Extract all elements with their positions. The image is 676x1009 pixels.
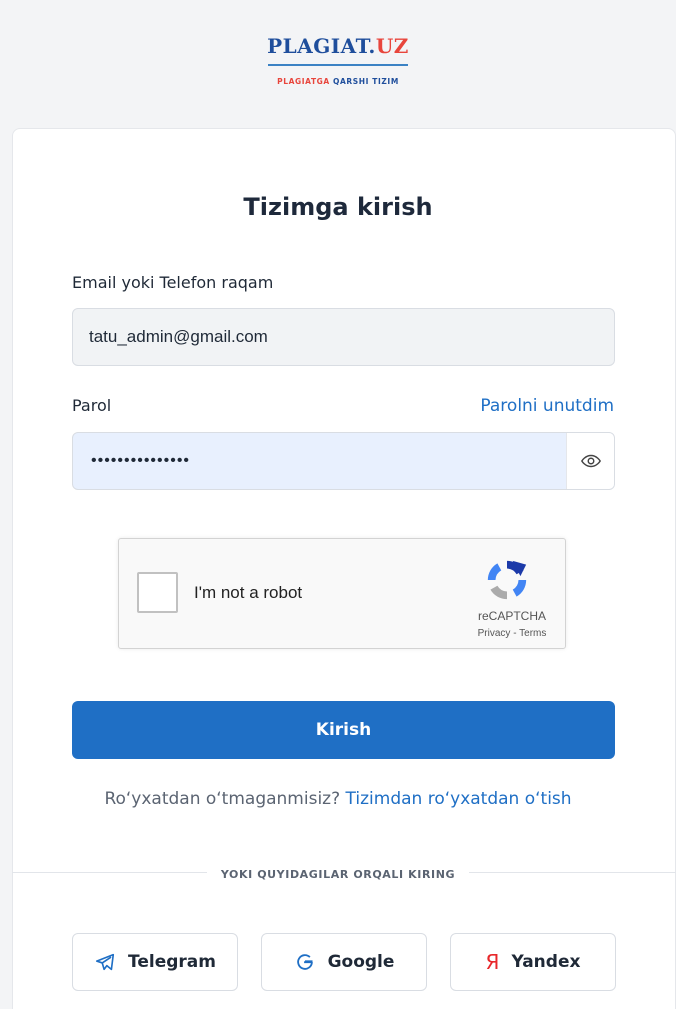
recaptcha-icon [487,560,527,600]
yandex-label: Yandex [511,952,581,972]
logo-main: PLAGIAT. [267,34,376,58]
google-login-button[interactable]: Google [261,933,427,991]
yandex-icon: Я [485,950,500,974]
yandex-login-button[interactable]: Я Yandex [450,933,616,991]
forgot-password-link[interactable]: Parolni unutdim [480,396,614,416]
logo[interactable]: PLAGIAT.UZ [0,34,676,58]
recaptcha-links[interactable]: Privacy - Terms [467,628,557,639]
tagline-part1: PLAGIATGA [277,77,334,86]
telegram-label: Telegram [128,952,216,972]
divider-label-wrap: YOKI QUYIDAGILAR ORQALI KIRING [0,865,676,883]
header: PLAGIAT.UZ PLAGIATGA QARSHI TIZIM [0,0,676,128]
password-label: Parol [72,396,112,415]
recaptcha-brand: reCAPTCHA [477,609,546,623]
google-icon [296,954,313,970]
register-prompt: Ro‘yxatdan o‘tmaganmisiz? Tizimdan ro‘yx… [0,789,676,809]
google-label: Google [327,952,395,972]
logo-underline [268,64,408,66]
email-label: Email yoki Telefon raqam [72,273,274,292]
email-value: tatu_admin@gmail.com [89,327,268,346]
password-field[interactable]: ••••••••••••••• [72,432,615,490]
page-title: Tizimga kirish [243,193,433,221]
telegram-icon [95,953,115,971]
logo-tagline: PLAGIATGA QARSHI TIZIM [0,77,676,86]
divider-label: YOKI QUYIDAGILAR ORQALI KIRING [206,868,470,881]
tagline-part2: QARSHI TIZIM [333,77,399,86]
email-field[interactable]: tatu_admin@gmail.com [72,308,615,366]
recaptcha-widget: I'm not a robot reCAPTCHA Privacy - Term… [118,538,566,649]
captcha-label: I'm not a robot [194,583,303,602]
toggle-password-button[interactable] [566,433,614,489]
register-question: Ro‘yxatdan o‘tmaganmisiz? [104,789,341,809]
logo-accent: UZ [375,34,409,58]
captcha-checkbox[interactable] [137,572,178,613]
eye-icon [580,454,601,468]
telegram-login-button[interactable]: Telegram [72,933,238,991]
login-button[interactable]: Kirish [72,701,615,759]
password-value: ••••••••••••••• [91,452,191,469]
register-link[interactable]: Tizimdan ro‘yxatdan o‘tish [346,789,572,809]
